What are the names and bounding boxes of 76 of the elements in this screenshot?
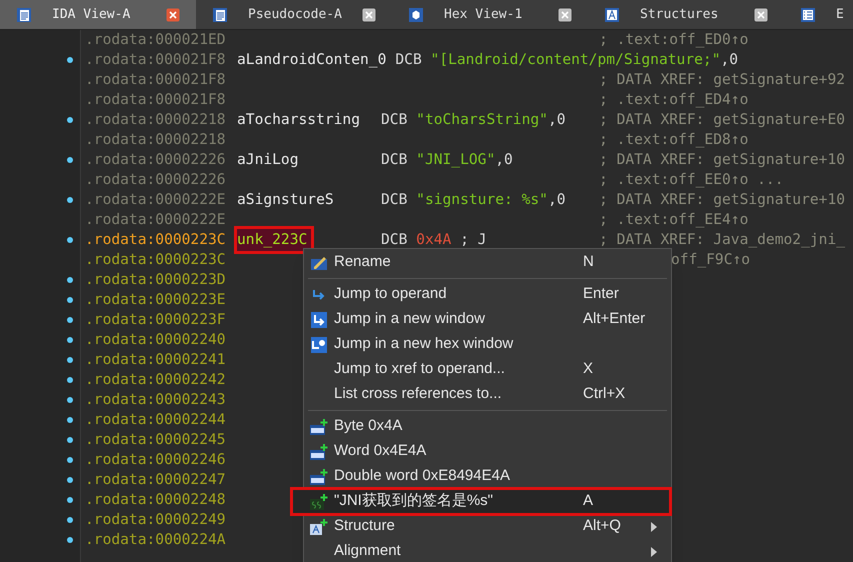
comment: ; .text:off_ED4↑o: [599, 90, 748, 110]
close-icon[interactable]: [558, 8, 572, 22]
address: .rodata:00002245: [85, 430, 227, 450]
address: .rodata:000021F8: [85, 50, 227, 70]
address: .rodata:00002248: [85, 490, 227, 510]
address: .rodata:00002242: [85, 370, 227, 390]
close-icon[interactable]: [754, 8, 768, 22]
instruction: DCB 0x4A ; J: [381, 230, 486, 250]
menu-item[interactable]: Rename N: [304, 250, 671, 275]
symbol-label[interactable]: unk_223C: [237, 229, 312, 251]
close-icon[interactable]: [362, 8, 376, 22]
menu-item[interactable]: List cross references to... Ctrl+X: [304, 382, 671, 407]
menu-item[interactable]: Structure Alt+Q: [304, 514, 671, 539]
comment: ; .text:off_EE4↑o: [599, 210, 748, 230]
menu-item[interactable]: "JNI获取到的签名是%s" A: [292, 489, 670, 514]
comment: ; .text:off_EE0↑o ...: [599, 170, 784, 190]
symbol-label[interactable]: aTocharsstring: [237, 109, 360, 131]
arrow-window-icon: [310, 310, 328, 328]
address: .rodata:0000223E: [85, 290, 227, 310]
instruction: DCB "JNI_LOG",0: [381, 150, 513, 170]
address: .rodata:00002244: [85, 410, 227, 430]
address: .rodata:00002218: [85, 110, 227, 130]
list-icon: [800, 6, 816, 22]
comment: ; .text:off_ED0↑o: [599, 30, 748, 50]
address: .rodata:000021ED: [85, 30, 227, 50]
address: .rodata:0000223F: [85, 310, 227, 330]
address: .rodata:00002240: [85, 330, 227, 350]
menu-item[interactable]: Jump in a new hex window: [304, 332, 671, 357]
address: .rodata:00002226: [85, 170, 227, 190]
comment: ; DATA XREF: getSignature+10: [599, 190, 846, 210]
address: .rodata:0000223D: [85, 270, 227, 290]
arrow-icon: [311, 288, 327, 300]
address: .rodata:00002241: [85, 350, 227, 370]
comment: off_F9C↑o: [670, 250, 750, 270]
instruction: DCB "toCharsString",0: [381, 110, 566, 130]
menu-item[interactable]: Double word 0xE8494E4A: [304, 464, 671, 489]
data-plus-icon: [309, 418, 329, 436]
string-plus-icon: [309, 492, 329, 510]
comment: ; .text:off_ED8↑o: [599, 130, 748, 150]
address: .rodata:0000224A: [85, 530, 227, 550]
address: .rodata:00002249: [85, 510, 227, 530]
symbol-label[interactable]: aLandroidConten_0: [237, 49, 386, 71]
document-icon: [212, 6, 228, 22]
menu-item[interactable]: Alignment: [304, 539, 671, 562]
data-plus-icon: [309, 442, 329, 460]
menu-item[interactable]: Jump in a new window Alt+Enter: [304, 307, 671, 332]
menu-item[interactable]: Jump to operand Enter: [304, 282, 671, 307]
address: .rodata:00002247: [85, 470, 227, 490]
menu-item[interactable]: Jump to xref to operand... X: [304, 357, 671, 382]
comment: ; DATA XREF: getSignature+E0: [599, 110, 846, 130]
pencil-icon: [310, 254, 328, 270]
document-icon: [16, 6, 32, 22]
address: .rodata:00002243: [85, 390, 227, 410]
address: .rodata:0000223C: [85, 230, 227, 250]
tab[interactable]: IDA View-A: [0, 0, 196, 29]
address: .rodata:000021F8: [85, 70, 227, 90]
data-plus-icon: [309, 468, 329, 486]
address: .rodata:0000222E: [85, 190, 227, 210]
address: .rodata:00002218: [85, 130, 227, 150]
symbol-label[interactable]: aJniLog: [237, 149, 299, 171]
address: .rodata:0000223C: [85, 250, 227, 270]
structure-icon: [604, 6, 620, 22]
address: .rodata:000021F8: [85, 90, 227, 110]
comment: ; DATA XREF: getSignature+92: [599, 70, 846, 90]
comment: ; DATA XREF: getSignature+10: [599, 150, 846, 170]
symbol-label[interactable]: aSignstureS: [237, 189, 334, 211]
instruction: DCB "signsture: %s",0: [381, 190, 566, 210]
instruction: DCB "[Landroid/content/pm/Signature;",0: [395, 50, 738, 70]
address: .rodata:00002246: [85, 450, 227, 470]
menu-item[interactable]: Word 0x4E4A: [304, 439, 671, 464]
comment: ; DATA XREF: Java_demo2_jni_: [599, 230, 846, 250]
address: .rodata:00002226: [85, 150, 227, 170]
address: .rodata:0000222E: [85, 210, 227, 230]
close-icon[interactable]: [166, 8, 180, 22]
menu-item[interactable]: Byte 0x4A: [304, 414, 671, 439]
structure-plus-icon: [309, 518, 329, 536]
